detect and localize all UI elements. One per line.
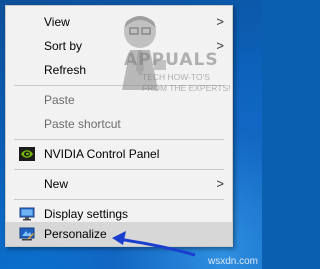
menu-item-label: Paste shortcut	[44, 117, 121, 131]
menu-item-label: Paste	[44, 93, 75, 107]
menu-item-label: Refresh	[44, 63, 87, 77]
personalize-icon	[19, 226, 35, 242]
menu-item-label: Personalize	[44, 227, 107, 241]
menu-item-nvidia-control-panel[interactable]: NVIDIA Control Panel	[6, 142, 232, 166]
menu-item-label: New	[44, 177, 69, 191]
menu-item-sort-by[interactable]: Sort by >	[6, 34, 232, 58]
menu-separator	[14, 139, 224, 140]
nvidia-icon	[19, 146, 35, 162]
desktop-context-menu: View > Sort by > Refresh Paste Paste sho…	[5, 5, 233, 247]
menu-separator	[14, 199, 224, 200]
menu-item-refresh[interactable]: Refresh	[6, 58, 232, 82]
display-icon	[19, 206, 35, 222]
menu-item-new[interactable]: New >	[6, 172, 232, 196]
menu-item-label: View	[44, 15, 70, 29]
site-watermark: wsxdn.com	[207, 256, 258, 267]
chevron-right-icon: >	[216, 176, 224, 191]
menu-item-view[interactable]: View >	[6, 10, 232, 34]
menu-item-label: NVIDIA Control Panel	[44, 147, 160, 161]
menu-separator	[14, 169, 224, 170]
menu-separator	[14, 85, 224, 86]
menu-item-paste-shortcut: Paste shortcut	[6, 112, 232, 136]
chevron-right-icon: >	[216, 38, 224, 53]
pointer-arrow-icon	[112, 231, 196, 257]
chevron-right-icon: >	[216, 14, 224, 29]
menu-item-paste: Paste	[6, 88, 232, 112]
menu-item-label: Sort by	[44, 39, 83, 53]
